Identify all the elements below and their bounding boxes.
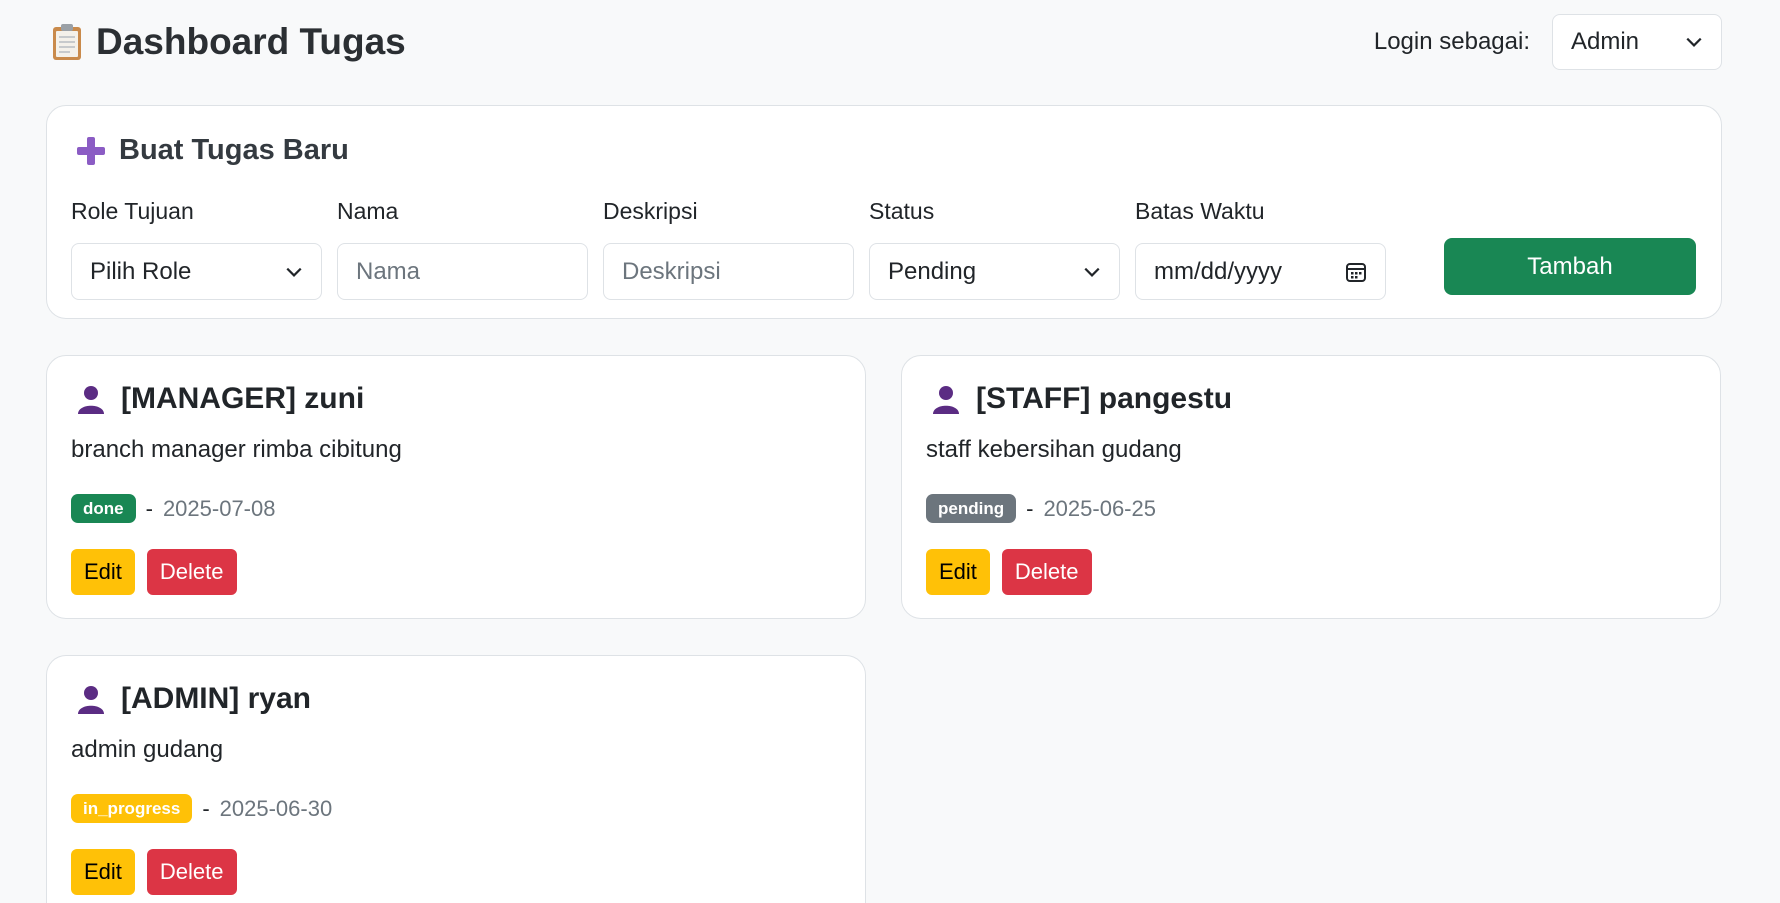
status-badge: pending [926,494,1017,523]
field-status-label: Status [869,198,935,224]
person-icon [78,386,104,414]
title-wrap: Dashboard Tugas [52,21,406,63]
task-card: [STAFF] pangestu staff kebersihan gudang… [901,355,1721,619]
batas-waktu-placeholder: mm/dd/yyyy [1154,257,1283,285]
task-meta-separator: - [202,795,210,821]
task-meta-separator: - [1026,495,1034,521]
task-header: [MANAGER] zuni [75,382,364,416]
field-nama-label: Nama [337,198,399,224]
create-task-title-text: Buat Tugas Baru [119,134,349,166]
field-nama: Nama Nama [337,196,588,300]
field-batas-waktu: Batas Waktu mm/dd/yyyy [1135,196,1386,300]
edit-button[interactable]: Edit [71,849,135,895]
task-date: 2025-07-08 [162,495,276,521]
field-role: Role Tujuan Pilih Role [71,196,322,300]
chevron-down-icon [1686,37,1702,47]
calendar-icon[interactable] [1345,261,1367,283]
task-card: [MANAGER] zuni branch manager rimba cibi… [46,355,866,619]
status-select[interactable]: Pending [869,243,1120,300]
nama-input[interactable]: Nama [337,243,588,300]
field-deskripsi-label: Deskripsi [603,198,698,224]
login-role-value: Admin [1571,28,1640,55]
task-card: [ADMIN] ryan admin gudang in_progress - … [46,655,866,903]
status-badge: done [71,494,136,523]
task-description: staff kebersihan gudang [926,436,1182,463]
page-header: Dashboard Tugas Login sebagai: Admin [52,14,1722,70]
deskripsi-input[interactable]: Deskripsi [603,243,854,300]
role-select-value: Pilih Role [90,257,192,285]
field-status: Status Pending [869,196,1120,300]
delete-button[interactable]: Delete [1001,549,1092,595]
person-icon [933,386,959,414]
task-meta-separator: - [145,495,153,521]
task-description: branch manager rimba cibitung [71,436,402,463]
task-date: 2025-06-25 [1043,495,1156,521]
edit-button[interactable]: Edit [926,549,990,595]
status-badge: in_progress [71,794,193,823]
nama-placeholder: Nama [356,257,421,285]
login-role-select[interactable]: Admin [1552,14,1722,70]
task-description: admin gudang [71,736,224,763]
chevron-down-icon [1084,267,1100,277]
login-label: Login sebagai: [1373,28,1530,55]
field-batas-waktu-label: Batas Waktu [1135,198,1265,224]
add-task-button[interactable]: Tambah [1444,238,1696,295]
field-role-label: Role Tujuan [71,198,194,224]
batas-waktu-input[interactable]: mm/dd/yyyy [1135,243,1386,300]
chevron-down-icon [286,267,302,277]
task-actions: Edit Delete [71,549,237,595]
deskripsi-placeholder: Deskripsi [622,257,721,285]
task-header: [ADMIN] ryan [75,682,311,716]
task-title: [ADMIN] ryan [121,682,312,715]
page-title: Dashboard Tugas [96,21,406,62]
task-meta: done - 2025-07-08 [71,494,275,523]
task-actions: Edit Delete [71,849,237,895]
plus-icon [77,136,105,165]
delete-button[interactable]: Delete [146,849,237,895]
task-header: [STAFF] pangestu [930,382,1232,416]
task-date: 2025-06-30 [219,795,333,821]
status-select-value: Pending [888,257,977,285]
create-task-card: Buat Tugas Baru Role Tujuan Pilih Role N… [46,105,1722,319]
delete-button[interactable]: Delete [146,549,237,595]
edit-button[interactable]: Edit [71,549,135,595]
task-actions: Edit Delete [926,549,1092,595]
task-title: [STAFF] pangestu [976,382,1233,415]
task-meta: pending - 2025-06-25 [926,494,1156,523]
field-deskripsi: Deskripsi Deskripsi [603,196,854,300]
clipboard-icon [52,23,82,61]
task-meta: in_progress - 2025-06-30 [71,794,332,823]
login-wrap: Login sebagai: Admin [1374,14,1722,70]
person-icon [78,686,104,714]
task-title: [MANAGER] zuni [121,382,365,415]
role-select[interactable]: Pilih Role [71,243,322,300]
create-task-title: Buat Tugas Baru [75,134,349,167]
